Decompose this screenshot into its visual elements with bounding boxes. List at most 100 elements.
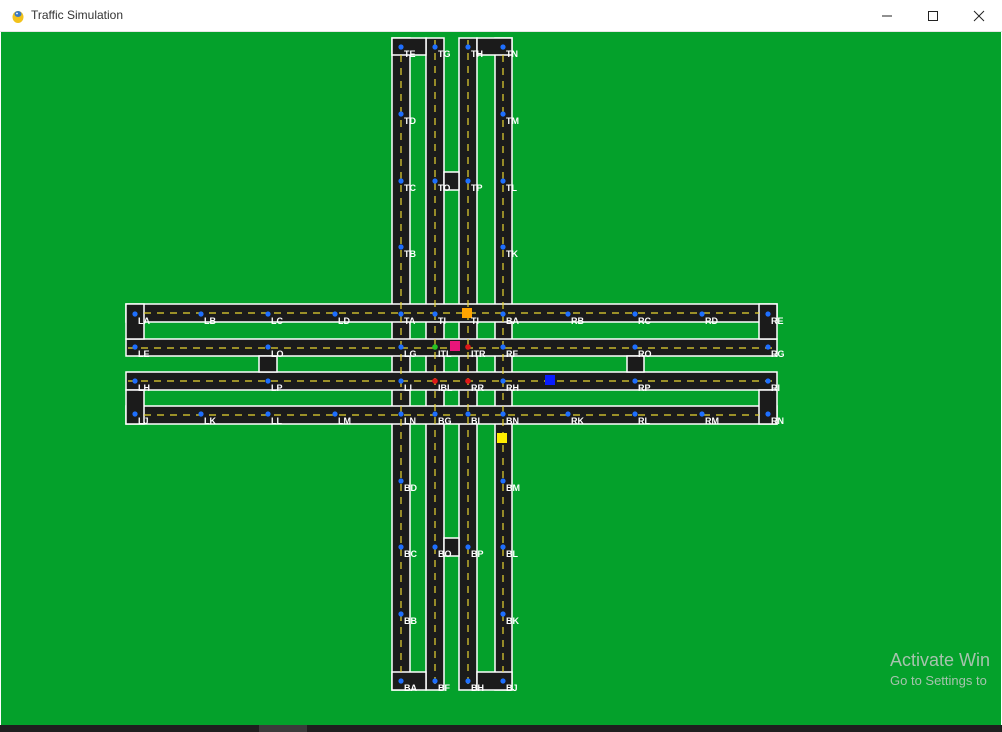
node-label: TH (471, 49, 483, 59)
node-label: IBL (438, 383, 453, 393)
waypoint-node (465, 544, 471, 550)
traffic-signal (432, 378, 438, 384)
waypoint-node (699, 311, 705, 317)
waypoint-node (398, 478, 404, 484)
node-label: RD (705, 316, 718, 326)
waypoint-node (132, 311, 138, 317)
waypoint-node (265, 344, 271, 350)
waypoint-node (432, 311, 438, 317)
node-label: LD (338, 316, 350, 326)
waypoint-node (132, 344, 138, 350)
waypoint-node (398, 411, 404, 417)
node-label: RN (771, 416, 784, 426)
waypoint-node (500, 378, 506, 384)
node-label: BF (438, 683, 450, 693)
node-label: RB (571, 316, 584, 326)
waypoint-node (398, 178, 404, 184)
waypoint-node (432, 44, 438, 50)
waypoint-node (265, 378, 271, 384)
waypoint-node (565, 311, 571, 317)
node-label: BA (404, 683, 417, 693)
node-label: BH (471, 683, 484, 693)
node-label: LJ (138, 416, 149, 426)
node-label: BK (506, 616, 519, 626)
waypoint-node (398, 244, 404, 250)
traffic-signal (465, 378, 471, 384)
waypoint-node (500, 611, 506, 617)
waypoint-node (632, 311, 638, 317)
waypoint-node (398, 611, 404, 617)
waypoint-node (398, 678, 404, 684)
node-label: BJ (506, 683, 518, 693)
node-label: TO (438, 183, 450, 193)
minimize-icon (882, 15, 892, 16)
node-label: LL (271, 416, 282, 426)
waypoint-node (432, 178, 438, 184)
waypoint-node (398, 311, 404, 317)
node-label: RI (771, 383, 780, 393)
node-label: TG (438, 49, 451, 59)
waypoint-node (500, 111, 506, 117)
waypoint-node (265, 411, 271, 417)
maximize-button[interactable] (910, 0, 956, 31)
node-label: LC (271, 316, 283, 326)
waypoint-node (398, 344, 404, 350)
node-label: LE (138, 349, 150, 359)
simulation-canvas: TE TD TC TB TA TG TO TI ITL TH TP TI ITR TN TM TL TK BA LA… (1, 32, 1001, 725)
waypoint-node (632, 378, 638, 384)
waypoint-node (500, 411, 506, 417)
vehicle-blue (545, 375, 555, 385)
node-label: RM (705, 416, 719, 426)
vehicle-magenta (450, 341, 460, 351)
close-button[interactable] (956, 0, 1002, 31)
waypoint-node (332, 411, 338, 417)
node-label: LM (338, 416, 351, 426)
node-label: LK (204, 416, 216, 426)
node-label: LB (204, 316, 216, 326)
node-label: TE (404, 49, 416, 59)
node-label: BN (506, 416, 519, 426)
node-label: LN (404, 416, 416, 426)
node-label: ITL (438, 349, 452, 359)
node-label: BG (438, 416, 452, 426)
node-label: RH (506, 383, 519, 393)
waypoint-node (765, 344, 771, 350)
node-label: TP (471, 183, 483, 193)
node-label: TN (506, 49, 518, 59)
node-label: BB (404, 616, 417, 626)
node-label: TL (506, 183, 517, 193)
node-label: RK (571, 416, 584, 426)
traffic-signal (465, 344, 471, 350)
node-label: LH (138, 383, 150, 393)
waypoint-node (132, 378, 138, 384)
node-label: BP (471, 549, 484, 559)
node-label: TB (404, 249, 416, 259)
node-label: RL (638, 416, 650, 426)
waypoint-node (500, 678, 506, 684)
traffic-signal (432, 344, 438, 350)
waypoint-node (632, 411, 638, 417)
waypoint-node (332, 311, 338, 317)
waypoint-node (632, 344, 638, 350)
waypoint-node (132, 411, 138, 417)
node-label: RG (771, 349, 785, 359)
waypoint-node (500, 178, 506, 184)
waypoint-node (465, 678, 471, 684)
minimize-button[interactable] (864, 0, 910, 31)
waypoint-node (500, 44, 506, 50)
node-label: TM (506, 116, 519, 126)
node-label: BO (438, 549, 452, 559)
activation-watermark: Activate Win Go to Settings to (890, 650, 990, 688)
node-label: TI (471, 316, 479, 326)
node-label: TK (506, 249, 518, 259)
node-label: RR (471, 383, 484, 393)
waypoint-node (765, 378, 771, 384)
waypoint-node (465, 178, 471, 184)
taskbar-app-item[interactable] (259, 725, 307, 732)
waypoint-node (500, 544, 506, 550)
close-icon (973, 10, 985, 21)
node-label: BA (506, 316, 519, 326)
node-label: RC (638, 316, 651, 326)
node-label: LO (271, 349, 284, 359)
waypoint-node (398, 544, 404, 550)
